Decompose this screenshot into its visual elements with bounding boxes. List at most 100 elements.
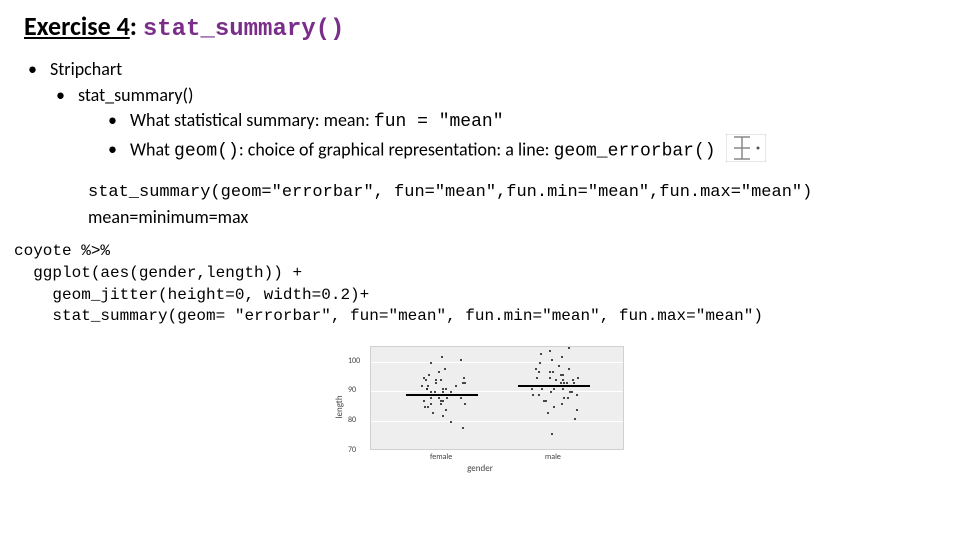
chart-xtick: male: [545, 452, 561, 462]
chart-point: [574, 418, 576, 420]
chart-point: [571, 391, 573, 393]
chart-point: [541, 388, 543, 390]
chart-point: [547, 412, 549, 414]
stat-summary-text: stat_summary(): [78, 84, 193, 106]
chart-point: [440, 379, 442, 381]
chart-point: [430, 391, 432, 393]
bullet-stat-summary: •stat_summary(): [56, 83, 950, 107]
chart-point: [430, 397, 432, 399]
chart-point: [549, 371, 551, 373]
mean-text-b: fun = "mean": [374, 112, 504, 132]
chart-point: [428, 374, 430, 376]
chart-point: [551, 433, 553, 435]
chart-point: [562, 388, 564, 390]
chart-plot-area: [370, 346, 624, 450]
chart-point: [566, 382, 568, 384]
chart-point: [425, 379, 427, 381]
chart-point: [460, 359, 462, 361]
chart-point: [440, 400, 442, 402]
chart-point: [438, 371, 440, 373]
chart-point: [435, 379, 437, 381]
chart-point: [573, 382, 575, 384]
chart-point: [576, 394, 578, 396]
errorbar-icon: [726, 134, 766, 168]
chart-point: [561, 403, 563, 405]
page-title: Exercise 4: stat_summary(): [0, 0, 960, 47]
chart-point: [421, 385, 423, 387]
chart-point: [434, 391, 436, 393]
chart-container: length gender 708090100femalemale: [330, 342, 630, 472]
chart-point: [572, 379, 574, 381]
chart-point: [430, 362, 432, 364]
geom-text-a: What: [130, 138, 174, 160]
chart-ytick: 90: [348, 385, 356, 395]
chart-ytick: 80: [348, 415, 356, 425]
content-area: •Stripchart •stat_summary() •What statis…: [0, 47, 960, 229]
chart-point: [563, 397, 565, 399]
chart-mean-line: [518, 385, 590, 387]
chart-point: [562, 374, 564, 376]
chart-point: [427, 406, 429, 408]
chart-point: [532, 394, 534, 396]
bullet-mean: •What statistical summary: mean: fun = "…: [108, 108, 950, 134]
chart-ytick: 70: [348, 445, 356, 455]
chart-point: [450, 421, 452, 423]
bullet-geom: •What geom(): choice of graphical repres…: [108, 134, 950, 168]
chart-point: [540, 353, 542, 355]
example-block: stat_summary(geom="errorbar", fun="mean"…: [88, 182, 950, 229]
chart-point: [553, 406, 555, 408]
chart-point: [445, 409, 447, 411]
chart-point: [440, 403, 442, 405]
chart-point: [463, 377, 465, 379]
chart-point: [535, 368, 537, 370]
chart-point: [539, 362, 541, 364]
chart-point: [446, 397, 448, 399]
chart-point: [577, 377, 579, 379]
chart-point: [555, 379, 557, 381]
chart-point: [576, 409, 578, 411]
chart-point: [536, 377, 538, 379]
chart-point: [445, 388, 447, 390]
chart-point: [568, 368, 570, 370]
chart-point: [568, 347, 570, 349]
chart-point: [423, 400, 425, 402]
chart-point: [442, 400, 444, 402]
chart-point: [455, 385, 457, 387]
mean-text-a: What statistical summary: mean:: [130, 109, 374, 131]
exercise-label: Exercise 4: [24, 10, 130, 42]
chart-point: [551, 359, 553, 361]
geom-text-d: geom_errorbar(): [554, 141, 716, 161]
chart-xtick: female: [430, 452, 452, 462]
chart-point: [427, 385, 429, 387]
chart-point: [552, 371, 554, 373]
bullet-stripchart: •Stripchart: [28, 57, 950, 81]
example-note: mean=minimum=max: [88, 205, 950, 229]
chart-point: [460, 397, 462, 399]
chart-mean-line: [406, 394, 478, 396]
chart-point: [549, 377, 551, 379]
chart-point: [426, 388, 428, 390]
chart-point: [561, 356, 563, 358]
example-code: stat_summary(geom="errorbar", fun="mean"…: [88, 182, 950, 205]
chart-point: [450, 391, 452, 393]
chart-point: [430, 403, 432, 405]
chart-point: [545, 400, 547, 402]
chart-point: [558, 365, 560, 367]
chart-point: [432, 412, 434, 414]
chart-point: [442, 391, 444, 393]
chart-point: [464, 403, 466, 405]
chart-point: [553, 388, 555, 390]
chart-point: [549, 350, 551, 352]
chart-point: [442, 415, 444, 417]
geom-text-b: geom(): [174, 141, 239, 161]
chart-point: [438, 397, 440, 399]
chart-xlabel: gender: [330, 463, 630, 474]
chart-point: [562, 379, 564, 381]
chart-point: [464, 382, 466, 384]
title-fn: stat_summary(): [143, 16, 345, 43]
chart-point: [423, 377, 425, 379]
chart-point: [441, 356, 443, 358]
chart-point: [435, 382, 437, 384]
geom-text-c: : choice of graphical representation: a …: [239, 138, 554, 160]
chart-ylabel: length: [334, 395, 345, 418]
